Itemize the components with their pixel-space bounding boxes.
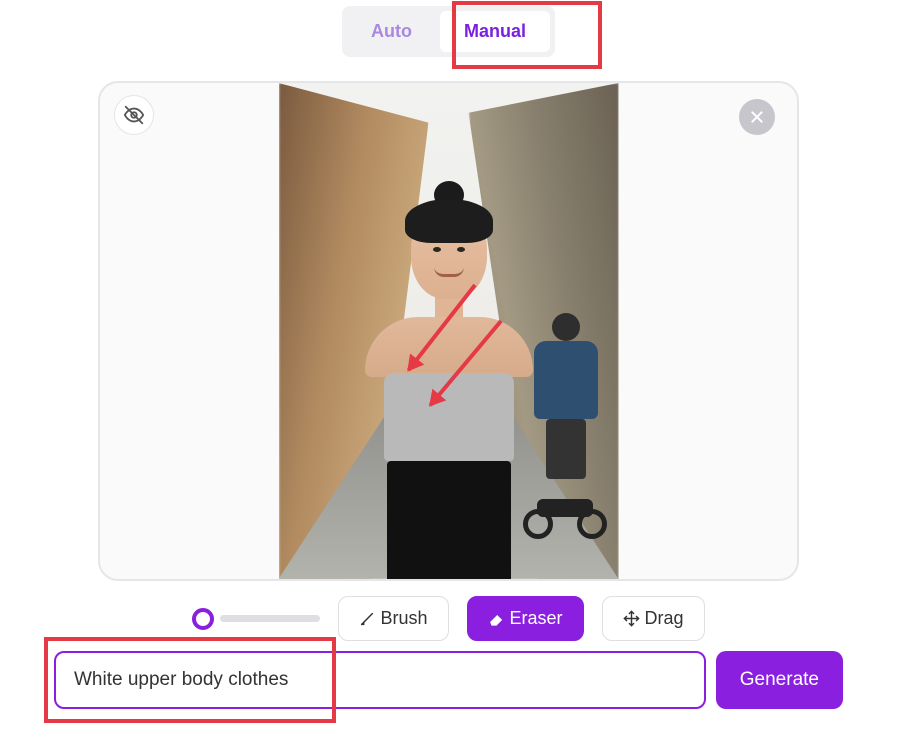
- generate-button[interactable]: Generate: [716, 651, 843, 709]
- eraser-icon: [488, 610, 505, 627]
- toggle-mask-visibility-button[interactable]: [114, 95, 154, 135]
- brush-tool-button[interactable]: Brush: [338, 596, 448, 641]
- eye-off-icon: [123, 104, 145, 126]
- close-button[interactable]: [739, 99, 775, 135]
- eraser-label: Eraser: [510, 608, 563, 629]
- brush-icon: [359, 611, 375, 627]
- move-icon: [623, 610, 640, 627]
- drag-tool-button[interactable]: Drag: [602, 596, 705, 641]
- prompt-input[interactable]: [54, 651, 706, 709]
- brush-label: Brush: [380, 608, 427, 629]
- mode-tabs: Auto Manual: [342, 6, 555, 57]
- drag-label: Drag: [645, 608, 684, 629]
- tab-auto[interactable]: Auto: [347, 11, 436, 52]
- edited-image[interactable]: [279, 83, 619, 579]
- tab-manual[interactable]: Manual: [440, 11, 550, 52]
- toolbar: Brush Eraser Drag: [0, 596, 897, 641]
- eraser-tool-button[interactable]: Eraser: [467, 596, 584, 641]
- image-canvas[interactable]: [98, 81, 799, 581]
- close-icon: [749, 109, 765, 125]
- brush-size-slider[interactable]: [192, 608, 320, 630]
